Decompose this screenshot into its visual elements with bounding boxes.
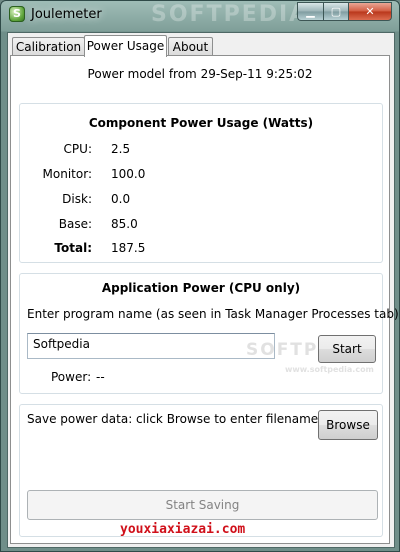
- tab-about[interactable]: About: [168, 37, 213, 56]
- tab-power-usage[interactable]: Power Usage: [84, 35, 167, 57]
- close-icon: ✕: [365, 5, 375, 18]
- application-power-group: Application Power (CPU only) Enter progr…: [19, 273, 399, 394]
- monitor-value: 100.0: [111, 167, 146, 181]
- cpu-label: CPU:: [63, 142, 92, 156]
- disk-label: Disk:: [62, 192, 92, 206]
- caption-buttons: ▁ ▢ ✕: [297, 2, 392, 21]
- program-name-input[interactable]: Softpedia: [27, 333, 275, 359]
- site-watermark: youxiaxiazai.com: [120, 522, 246, 537]
- application-power-title: Application Power (CPU only): [101, 281, 301, 295]
- base-value: 85.0: [111, 217, 138, 231]
- component-power-group: Component Power Usage (Watts) CPU: 2.5 M…: [19, 103, 383, 263]
- url-watermark: www.softpedia.com: [285, 365, 374, 374]
- tab-calibration[interactable]: Calibration: [12, 37, 85, 56]
- power-usage-panel: Power model from 29-Sep-11 9:25:02 Compo…: [10, 55, 399, 544]
- title-bar[interactable]: S Joulemeter SOFTPEDIA ▁ ▢ ✕: [1, 1, 399, 31]
- maximize-icon: ▢: [330, 5, 342, 18]
- maximize-button[interactable]: ▢: [323, 2, 348, 21]
- total-value: 187.5: [111, 241, 146, 255]
- client-area: Calibration Power Usage About Power mode…: [7, 32, 399, 548]
- save-power-group: Save power data: click Browse to enter f…: [19, 404, 383, 537]
- program-name-prompt: Enter program name (as seen in Task Mana…: [27, 307, 400, 321]
- power-label: Power:: [51, 370, 92, 384]
- joulemeter-app-icon: S: [9, 6, 25, 22]
- app-window: S Joulemeter SOFTPEDIA ▁ ▢ ✕ Calibration…: [0, 0, 400, 552]
- power-value: --: [96, 370, 105, 384]
- title-watermark: SOFTPEDIA: [151, 2, 309, 27]
- minimize-button[interactable]: ▁: [297, 2, 323, 21]
- power-model-text: Power model from 29-Sep-11 9:25:02: [87, 67, 313, 81]
- window-title: Joulemeter: [31, 7, 102, 22]
- browse-button[interactable]: Browse: [318, 410, 378, 440]
- cpu-value: 2.5: [111, 142, 131, 156]
- component-power-title: Component Power Usage (Watts): [88, 116, 314, 130]
- start-button[interactable]: Start: [318, 335, 376, 363]
- disk-value: 0.0: [111, 192, 131, 206]
- minimize-icon: ▁: [306, 5, 315, 18]
- monitor-label: Monitor:: [42, 167, 92, 181]
- base-label: Base:: [58, 217, 92, 231]
- save-power-instructions: Save power data: click Browse to enter f…: [27, 412, 323, 426]
- close-button[interactable]: ✕: [348, 2, 392, 21]
- total-label: Total:: [54, 241, 92, 255]
- start-saving-button[interactable]: Start Saving: [27, 490, 378, 520]
